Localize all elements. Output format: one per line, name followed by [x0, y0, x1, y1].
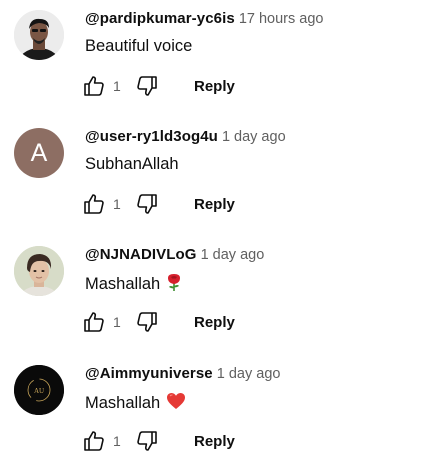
like-count: 1: [113, 314, 121, 330]
like-count: 1: [113, 433, 121, 449]
comment-header: @NJNADIVLoG 1 day ago: [85, 246, 264, 263]
comment-author[interactable]: @user-ry1ld3og4u: [85, 128, 218, 145]
thumb-up-icon: [84, 194, 104, 214]
thumb-up-icon: [84, 76, 104, 96]
comment-actions: 1 Reply: [82, 429, 235, 453]
reply-button[interactable]: Reply: [194, 78, 235, 95]
dislike-button[interactable]: [135, 310, 159, 334]
comment-actions: 1 Reply: [82, 310, 235, 334]
avatar-letter: A: [30, 138, 48, 167]
comment-actions: 1 Reply: [82, 192, 235, 216]
thumb-up-icon: [84, 431, 104, 451]
red-heart-emoji-icon: [166, 392, 186, 415]
like-button[interactable]: [82, 310, 106, 334]
comment-time[interactable]: 1 day ago: [217, 366, 281, 382]
reply-button[interactable]: Reply: [194, 196, 235, 213]
comment-author[interactable]: @Aimmyuniverse: [85, 365, 213, 382]
like-count: 1: [113, 196, 121, 212]
avatar[interactable]: [14, 10, 64, 60]
person-photo-avatar-icon: [14, 246, 64, 296]
avatar[interactable]: [14, 246, 64, 296]
comment-author[interactable]: @NJNADIVLoG: [85, 246, 197, 263]
comment-time[interactable]: 1 day ago: [222, 129, 286, 145]
reply-button[interactable]: Reply: [194, 314, 235, 331]
like-count: 1: [113, 78, 121, 94]
channel-logo-avatar-icon: AU: [14, 365, 64, 415]
thumb-down-icon: [137, 312, 157, 332]
comment-text: SubhanAllah: [85, 155, 179, 174]
dislike-button[interactable]: [135, 192, 159, 216]
like-button[interactable]: [82, 429, 106, 453]
comment-time[interactable]: 17 hours ago: [239, 11, 324, 27]
thumb-down-icon: [137, 76, 157, 96]
like-button[interactable]: [82, 74, 106, 98]
like-button[interactable]: [82, 192, 106, 216]
avatar-logo-text: AU: [34, 387, 44, 395]
comment-header: @user-ry1ld3og4u 1 day ago: [85, 128, 286, 145]
comment-header: @Aimmyuniverse 1 day ago: [85, 365, 280, 382]
avatar[interactable]: AU: [14, 365, 64, 415]
comment-text-content: Beautiful voice: [85, 37, 193, 55]
comment-actions: 1 Reply: [82, 74, 235, 98]
comment-text-content: Mashallah: [85, 274, 161, 293]
thumb-up-icon: [84, 312, 104, 332]
rose-emoji-icon: [166, 273, 182, 296]
thumb-down-icon: [137, 431, 157, 451]
comment-time[interactable]: 1 day ago: [201, 247, 265, 263]
comment-text-content: SubhanAllah: [85, 155, 179, 173]
comment-text: Beautiful voice: [85, 37, 192, 56]
dislike-button[interactable]: [135, 429, 159, 453]
comment-text: Mashallah: [85, 273, 182, 296]
person-photo-avatar-icon: [14, 10, 64, 60]
comment-text: Mashallah: [85, 392, 186, 415]
dislike-button[interactable]: [135, 74, 159, 98]
comment-header: @pardipkumar-yc6is 17 hours ago: [85, 10, 323, 27]
comment-text-content: Mashallah: [85, 393, 161, 412]
comment-author[interactable]: @pardipkumar-yc6is: [85, 10, 235, 27]
thumb-down-icon: [137, 194, 157, 214]
reply-button[interactable]: Reply: [194, 433, 235, 450]
avatar[interactable]: A: [14, 128, 64, 178]
